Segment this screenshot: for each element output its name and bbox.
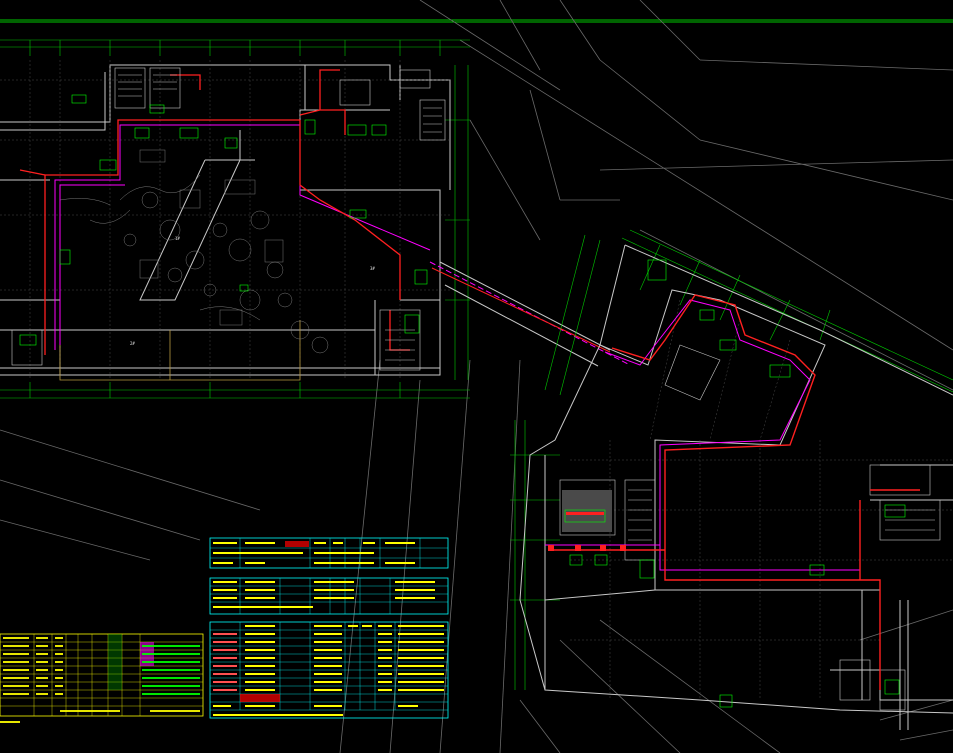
- room-label-2: 2#: [130, 341, 135, 346]
- room-label-3: 3#: [370, 266, 375, 271]
- cad-drawing-canvas[interactable]: 1# 2# 3#: [0, 0, 953, 753]
- room-label-1: 1#: [175, 236, 180, 241]
- equipment-room-fill: [562, 490, 612, 532]
